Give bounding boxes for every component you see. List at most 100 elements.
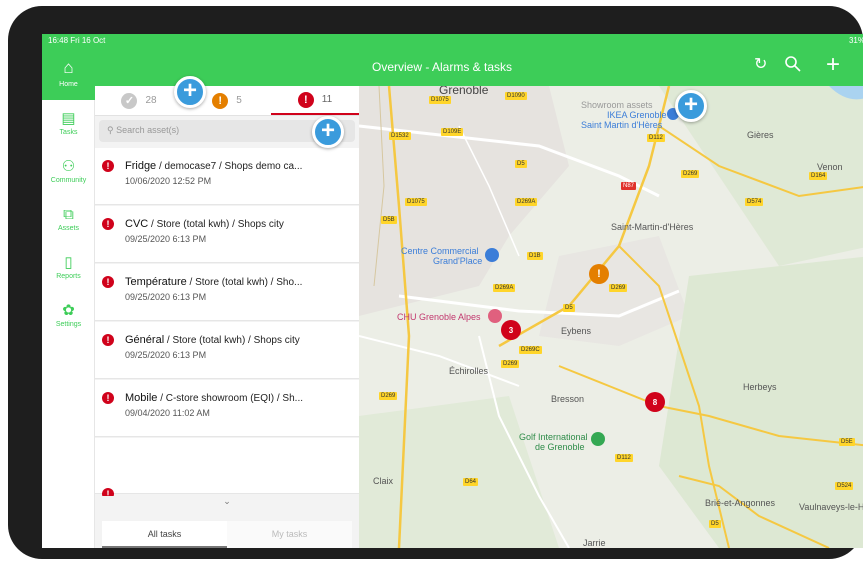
asset-path: / Store (total kwh) / Shops city <box>166 335 300 346</box>
road-shield: D574 <box>745 198 764 206</box>
sidebar-item-tasks[interactable]: ▤ Tasks <box>42 110 95 137</box>
list-item[interactable]: ! <box>95 438 359 500</box>
map-label: Herbeys <box>743 382 777 392</box>
alarm-icon: ! <box>102 276 114 288</box>
map-label: IKEA Grenoble <box>607 110 667 120</box>
sidebar-nav: ⌂ Home ▤ Tasks ⚇ Community ⧉ Assets ▯ Re… <box>42 48 95 548</box>
battery-level: 31% <box>848 36 863 45</box>
sidebar-item-label: Assets <box>57 225 79 232</box>
map-label: Gières <box>747 130 774 140</box>
map-label: Brié-et-Angonnes <box>705 498 776 508</box>
road-shield: D269 <box>501 360 520 368</box>
task-tabs: All tasks My tasks <box>102 521 352 548</box>
sidebar-item-reports[interactable]: ▯ Reports <box>42 254 95 281</box>
road-shield: N87 <box>621 182 637 190</box>
road-shield: D524 <box>835 482 854 490</box>
road-shield: D112 <box>647 134 665 142</box>
hierarchy-icon: ⧉ <box>63 206 74 223</box>
sidebar-item-label: Settings <box>55 321 82 328</box>
map-label: Centre Commercial <box>401 246 479 256</box>
alarm-icon: ! <box>102 218 114 230</box>
chevron-down-icon[interactable]: ⌄ <box>95 496 359 510</box>
alarm-icon: ! <box>102 392 114 404</box>
plus-icon: + <box>174 76 206 108</box>
map-label: Claix <box>373 476 394 486</box>
alarm-time: 09/25/2020 6:13 PM <box>125 350 207 360</box>
list-item[interactable]: ! Fridge / democase7 / Shops demo ca... … <box>95 148 359 205</box>
plus-icon: + <box>675 90 707 122</box>
alarm-cluster-pin[interactable]: 3 <box>501 320 521 340</box>
refresh-icon[interactable]: ↻ <box>754 55 767 75</box>
alarm-icon: ! <box>297 91 314 108</box>
hospital-icon[interactable] <box>488 309 502 323</box>
sidebar-item-settings[interactable]: ✿ Settings <box>42 302 95 329</box>
asset-name: Général <box>125 334 165 346</box>
alarm-cluster-pin[interactable]: 8 <box>645 392 665 412</box>
app-screen: 16:48 Fri 16 Oct 31% Overview - Alarms &… <box>42 34 863 548</box>
list-item[interactable]: ! Mobile / C-store showroom (EQI) / Sh..… <box>95 380 359 437</box>
warning-icon: ! <box>212 92 229 109</box>
shopping-icon[interactable] <box>485 248 499 262</box>
tab-ok[interactable]: ✓ 28 <box>95 86 183 115</box>
alarm-time: 09/04/2020 11:02 AM <box>125 408 210 418</box>
map-label: CHU Grenoble Alpes <box>397 312 481 322</box>
road-shield: D5E <box>839 438 855 446</box>
plus-icon: + <box>312 116 344 148</box>
asset-path: / C-store showroom (EQI) / Sh... <box>160 393 303 404</box>
task-list-icon: ▤ <box>61 110 76 127</box>
status-bar: 16:48 Fri 16 Oct 31% <box>42 34 863 48</box>
asset-path: / Store (total kwh) / Shops city <box>151 219 284 230</box>
road-shield: D5 <box>709 520 721 528</box>
list-item[interactable]: ! Général / Store (total kwh) / Shops ci… <box>95 322 359 379</box>
tab-all-tasks[interactable]: All tasks <box>102 521 227 548</box>
map-view[interactable]: Grenoble Showroom assets IKEA Grenoble S… <box>359 86 863 548</box>
road-shield: D269 <box>379 392 398 400</box>
sidebar-item-community[interactable]: ⚇ Community <box>42 158 95 185</box>
plus-icon[interactable]: + <box>826 53 840 77</box>
tab-alarm[interactable]: ! 11 <box>271 86 359 115</box>
list-item[interactable]: ! Température / Store (total kwh) / Sho.… <box>95 264 359 321</box>
app-header: Overview - Alarms & tasks ↻ + <box>42 48 863 86</box>
alarm-time: 09/25/2020 6:13 PM <box>125 234 207 244</box>
road-shield: D164 <box>809 172 828 180</box>
road-shield: D112 <box>615 454 633 462</box>
warning-pin[interactable]: ! <box>589 264 609 284</box>
map-label: Jarrie <box>583 538 606 548</box>
asset-name: Température <box>125 276 187 288</box>
road-shield: D5B <box>381 216 397 224</box>
warning-count: 5 <box>236 95 242 106</box>
status-date: Fri 16 Oct <box>70 36 106 45</box>
report-icon: ▯ <box>64 254 73 271</box>
sidebar-item-home[interactable]: ⌂ Home <box>42 48 95 100</box>
sidebar-item-label: Home <box>59 81 78 88</box>
status-tabs: ✓ 28 ! 5 ! 11 <box>95 86 359 116</box>
check-icon: ✓ <box>121 92 138 109</box>
alarm-icon: ! <box>102 334 114 346</box>
alarm-list-panel: ✓ 28 ! 5 ! 11 ⚲ Search asset(s) ! Fridge… <box>95 86 359 548</box>
golf-icon[interactable] <box>591 432 605 446</box>
status-time: 16:48 <box>48 36 69 45</box>
road-shield: D269A <box>493 284 516 292</box>
road-shield: D1075 <box>405 198 427 206</box>
road-shield: D5 <box>563 304 575 312</box>
alarm-count: 11 <box>321 94 333 105</box>
map-label: Bresson <box>551 394 585 404</box>
road-shield: D5 <box>515 160 527 168</box>
alarm-time: 09/25/2020 6:13 PM <box>125 292 207 302</box>
tab-my-tasks[interactable]: My tasks <box>227 521 352 548</box>
page-title: Overview - Alarms & tasks <box>372 60 513 74</box>
road-shield: D269C <box>519 346 542 354</box>
alarm-time: 10/06/2020 12:52 PM <box>125 176 212 186</box>
road-shield: D269 <box>681 170 700 178</box>
road-shield: D1090 <box>505 92 527 100</box>
ok-count: 28 <box>145 95 157 106</box>
search-icon[interactable] <box>784 55 802 77</box>
road-shield: D269 <box>609 284 628 292</box>
road-shield: D1532 <box>389 132 411 140</box>
map-label: Showroom assets <box>581 100 653 110</box>
asset-name: Fridge <box>125 160 157 172</box>
road-shield: D64 <box>463 478 479 486</box>
asset-name: CVC <box>125 218 149 230</box>
list-item[interactable]: ! CVC / Store (total kwh) / Shops city 0… <box>95 206 359 263</box>
sidebar-item-assets[interactable]: ⧉ Assets <box>42 206 95 233</box>
